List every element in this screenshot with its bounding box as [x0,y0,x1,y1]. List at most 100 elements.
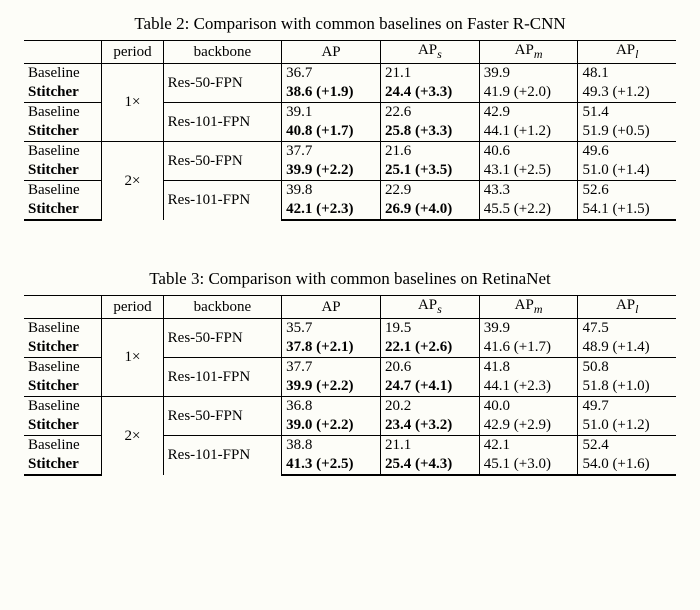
col-period: period [102,41,163,64]
value-cell: 41.9 (+2.0) [479,83,578,103]
method-label: Baseline [24,436,102,456]
value-cell: 22.9 [380,181,479,201]
value-cell: 41.8 [479,358,578,378]
method-label: Baseline [24,64,102,84]
value-cell: 21.1 [380,64,479,84]
value-cell: 20.2 [380,397,479,417]
backbone-cell: Res-101-FPN [163,436,282,476]
value-cell: 25.1 (+3.5) [380,161,479,181]
value-cell: 36.7 [282,64,381,84]
value-cell: 24.4 (+3.3) [380,83,479,103]
col-aps: APs [380,41,479,64]
value-cell: 22.1 (+2.6) [380,338,479,358]
value-cell: 26.9 (+4.0) [380,200,479,220]
value-cell: 49.3 (+1.2) [578,83,676,103]
method-label: Stitcher [24,455,102,475]
backbone-cell: Res-50-FPN [163,319,282,358]
col-backbone: backbone [163,41,282,64]
col-apm: APm [479,41,578,64]
col-ap: AP [282,296,381,319]
value-cell: 36.8 [282,397,381,417]
col-ap: AP [282,41,381,64]
value-cell: 24.7 (+4.1) [380,377,479,397]
backbone-cell: Res-50-FPN [163,397,282,436]
method-label: Baseline [24,358,102,378]
backbone-cell: Res-101-FPN [163,103,282,142]
value-cell: 45.5 (+2.2) [479,200,578,220]
method-label: Stitcher [24,83,102,103]
value-cell: 44.1 (+2.3) [479,377,578,397]
period-cell: 2× [102,397,163,476]
value-cell: 39.9 (+2.2) [282,377,381,397]
backbone-cell: Res-50-FPN [163,142,282,181]
value-cell: 48.1 [578,64,676,84]
table-caption: Table 3: Comparison with common baseline… [24,269,676,289]
value-cell: 39.9 [479,319,578,339]
value-cell: 42.9 [479,103,578,123]
method-label: Stitcher [24,200,102,220]
col-period: period [102,296,163,319]
value-cell: 42.1 [479,436,578,456]
value-cell: 51.0 (+1.4) [578,161,676,181]
col-method [24,296,102,319]
value-cell: 39.9 (+2.2) [282,161,381,181]
backbone-cell: Res-101-FPN [163,181,282,221]
value-cell: 43.1 (+2.5) [479,161,578,181]
value-cell: 51.0 (+1.2) [578,416,676,436]
value-cell: 21.1 [380,436,479,456]
value-cell: 45.1 (+3.0) [479,455,578,475]
value-cell: 41.3 (+2.5) [282,455,381,475]
value-cell: 43.3 [479,181,578,201]
value-cell: 54.1 (+1.5) [578,200,676,220]
period-cell: 1× [102,319,163,397]
value-cell: 37.7 [282,142,381,162]
method-label: Stitcher [24,122,102,142]
backbone-cell: Res-101-FPN [163,358,282,397]
period-cell: 2× [102,142,163,221]
value-cell: 40.6 [479,142,578,162]
value-cell: 38.8 [282,436,381,456]
value-cell: 40.8 (+1.7) [282,122,381,142]
data-table: periodbackboneAPAPsAPmAPlBaseline1×Res-5… [24,40,676,221]
value-cell: 48.9 (+1.4) [578,338,676,358]
method-label: Baseline [24,181,102,201]
value-cell: 50.8 [578,358,676,378]
col-apm: APm [479,296,578,319]
col-apl: APl [578,296,676,319]
value-cell: 54.0 (+1.6) [578,455,676,475]
value-cell: 39.9 [479,64,578,84]
col-backbone: backbone [163,296,282,319]
value-cell: 47.5 [578,319,676,339]
value-cell: 21.6 [380,142,479,162]
value-cell: 20.6 [380,358,479,378]
value-cell: 39.0 (+2.2) [282,416,381,436]
value-cell: 39.8 [282,181,381,201]
value-cell: 52.6 [578,181,676,201]
value-cell: 41.6 (+1.7) [479,338,578,358]
value-cell: 38.6 (+1.9) [282,83,381,103]
method-label: Stitcher [24,416,102,436]
col-aps: APs [380,296,479,319]
value-cell: 25.4 (+4.3) [380,455,479,475]
method-label: Stitcher [24,377,102,397]
value-cell: 49.7 [578,397,676,417]
value-cell: 35.7 [282,319,381,339]
value-cell: 49.6 [578,142,676,162]
value-cell: 51.4 [578,103,676,123]
method-label: Stitcher [24,338,102,358]
value-cell: 37.7 [282,358,381,378]
value-cell: 19.5 [380,319,479,339]
data-table: periodbackboneAPAPsAPmAPlBaseline1×Res-5… [24,295,676,476]
col-apl: APl [578,41,676,64]
method-label: Baseline [24,319,102,339]
table-caption: Table 2: Comparison with common baseline… [24,14,676,34]
method-label: Stitcher [24,161,102,181]
value-cell: 51.8 (+1.0) [578,377,676,397]
value-cell: 42.1 (+2.3) [282,200,381,220]
method-label: Baseline [24,103,102,123]
method-label: Baseline [24,142,102,162]
value-cell: 42.9 (+2.9) [479,416,578,436]
table-block-0: Table 2: Comparison with common baseline… [24,14,676,221]
value-cell: 37.8 (+2.1) [282,338,381,358]
value-cell: 23.4 (+3.2) [380,416,479,436]
